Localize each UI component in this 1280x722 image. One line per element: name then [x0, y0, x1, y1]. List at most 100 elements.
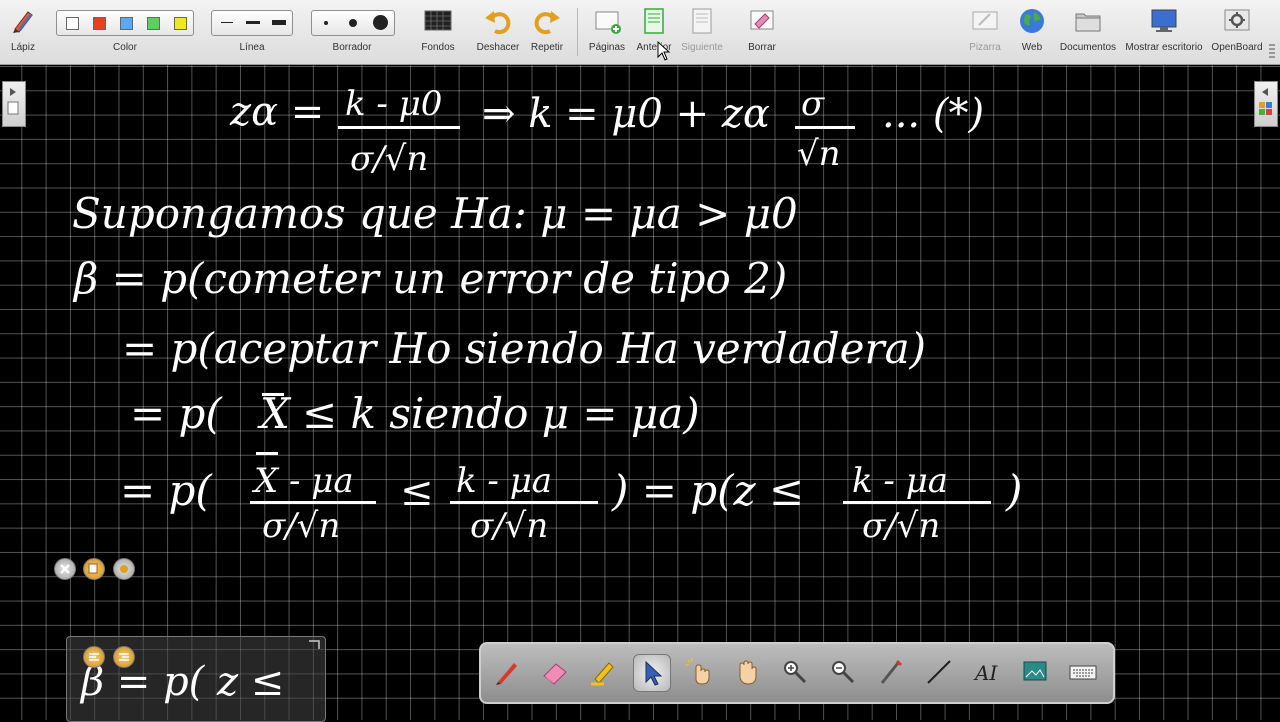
documents-button[interactable]: Documentos [1056, 0, 1120, 64]
arrow-pointer-icon [645, 660, 663, 686]
keyboard-icon [1069, 665, 1097, 680]
pencil-label: Lápiz [11, 42, 35, 53]
web-label: Web [1021, 42, 1043, 53]
widget-align-left-button[interactable] [83, 646, 105, 668]
eraser-tool[interactable] [537, 654, 573, 690]
web-button[interactable]: Web [1010, 0, 1054, 64]
line1-sqrt-n: √n [797, 134, 841, 174]
widget-close-button[interactable] [54, 558, 76, 580]
redo-label: Repetir [530, 42, 564, 53]
clear-page-icon [750, 10, 774, 30]
undo-label: Deshacer [476, 42, 520, 53]
line6-eq: = p( [120, 466, 213, 515]
line1-sigma: σ [801, 84, 825, 124]
color-swatch-blue[interactable] [120, 17, 133, 30]
pencil-button[interactable]: Lápiz [2, 0, 44, 64]
pencil-icon [13, 11, 33, 33]
laser-pointer-tool[interactable] [873, 654, 909, 690]
text-tool[interactable]: AI [969, 654, 1005, 690]
line6-xbar-bar [256, 452, 278, 455]
next-page-icon [692, 8, 712, 34]
capture-tool[interactable] [1017, 654, 1053, 690]
openboard-label: OpenBoard [1211, 42, 1263, 53]
line6-mid: ) = p(z ≤ [611, 466, 804, 515]
widget-duplicate-button[interactable] [83, 558, 105, 580]
show-desktop-button[interactable]: Mostrar escritorio [1122, 0, 1206, 64]
line1-implication: ⇒ k = μ0 + zα [482, 91, 770, 137]
board-icon [972, 11, 998, 30]
backgrounds-label: Fondos [421, 42, 455, 53]
capture-icon [1023, 661, 1047, 681]
pen-tool[interactable] [489, 654, 525, 690]
next-page-button[interactable]: Siguiente [678, 0, 726, 64]
line6-fraction-bar-3 [843, 501, 991, 504]
documents-label: Documentos [1059, 42, 1117, 53]
mouse-cursor-icon [657, 41, 671, 61]
line4-text: = p(aceptar Ho siendo Ha verdadera) [122, 324, 926, 373]
pen-icon [496, 663, 517, 685]
line-thick-option[interactable] [272, 20, 286, 25]
widget-align-right-button[interactable] [113, 646, 135, 668]
line1-fraction-bar [338, 126, 460, 129]
openboard-menu-button[interactable]: OpenBoard [1208, 0, 1266, 64]
hand-pointer-icon [686, 658, 710, 685]
backgrounds-button[interactable]: Fondos [414, 0, 462, 64]
redo-button[interactable]: Repetir [524, 0, 570, 64]
line-thin-option[interactable] [221, 22, 233, 23]
clear-button[interactable]: Borrar [738, 0, 786, 64]
line6-den3: σ/√n [862, 506, 940, 546]
line3-text: β = p(cometer un error de tipo 2) [72, 254, 787, 303]
eraser-small-option[interactable] [324, 21, 328, 25]
line-icon [927, 660, 951, 684]
interact-tool[interactable] [681, 654, 717, 690]
line-label: Línea [239, 42, 265, 53]
line6-den1: σ/√n [262, 506, 340, 546]
hand-tool[interactable] [729, 654, 765, 690]
pages-button[interactable]: Páginas [584, 0, 630, 64]
zoom-out-icon [832, 661, 855, 684]
clear-label: Borrar [748, 42, 776, 53]
duplicate-icon [88, 563, 98, 574]
color-swatch-yellow[interactable] [174, 17, 187, 30]
add-page-icon [595, 11, 621, 34]
line1-numerator: k - μ0 [345, 84, 442, 124]
selector-tool[interactable] [633, 654, 671, 692]
widget-text: β = p( z ≤ [79, 659, 284, 705]
line5-prefix: = p( [130, 389, 223, 438]
eraser-size-options [311, 10, 395, 36]
line1-tail: ... (*) [882, 91, 984, 137]
top-toolbar: Lápiz Color Línea Borrador Fondos Deshac… [0, 0, 1280, 65]
color-selector[interactable]: Color [54, 0, 196, 64]
color-label: Color [113, 42, 137, 53]
whiteboard-canvas[interactable]: zα = k - μ0 σ/√n ⇒ k = μ0 + zα σ √n ... … [0, 65, 1280, 722]
eraser-large-option[interactable] [373, 15, 388, 30]
eraser-size-selector[interactable]: Borrador [310, 0, 395, 64]
zoom-in-icon [784, 661, 807, 684]
board-label: Pizarra [969, 42, 1001, 53]
line-tool[interactable] [921, 654, 957, 690]
keyboard-tool[interactable] [1065, 654, 1101, 690]
line-width-selector[interactable]: Línea [210, 0, 294, 64]
eraser-medium-option[interactable] [349, 19, 357, 27]
selected-ink-widget[interactable]: β = p( z ≤ [66, 636, 326, 722]
line2-text: Supongamos que Ha: μ = μa > μ0 [72, 189, 798, 238]
widget-menu-button[interactable] [113, 558, 135, 580]
toolbar-grip[interactable] [1269, 44, 1275, 60]
hand-icon [739, 660, 757, 685]
toolbar-divider [577, 8, 578, 56]
color-swatch-red[interactable] [93, 17, 106, 30]
board-mode-button[interactable]: Pizarra [962, 0, 1008, 64]
undo-icon [485, 11, 511, 35]
zoom-in-tool[interactable] [777, 654, 813, 690]
eraser-label: Borrador [332, 42, 372, 53]
next-label: Siguiente [681, 42, 723, 53]
desktop-icon [1151, 9, 1177, 32]
zoom-out-tool[interactable] [825, 654, 861, 690]
color-swatch-green[interactable] [147, 17, 160, 30]
undo-button[interactable]: Deshacer [474, 0, 522, 64]
marker-tool[interactable] [585, 654, 621, 690]
settings-icon [1224, 9, 1250, 31]
widget-ink: β = p( z ≤ [79, 640, 320, 705]
color-swatch-white[interactable] [66, 17, 79, 30]
line-medium-option[interactable] [246, 21, 260, 24]
